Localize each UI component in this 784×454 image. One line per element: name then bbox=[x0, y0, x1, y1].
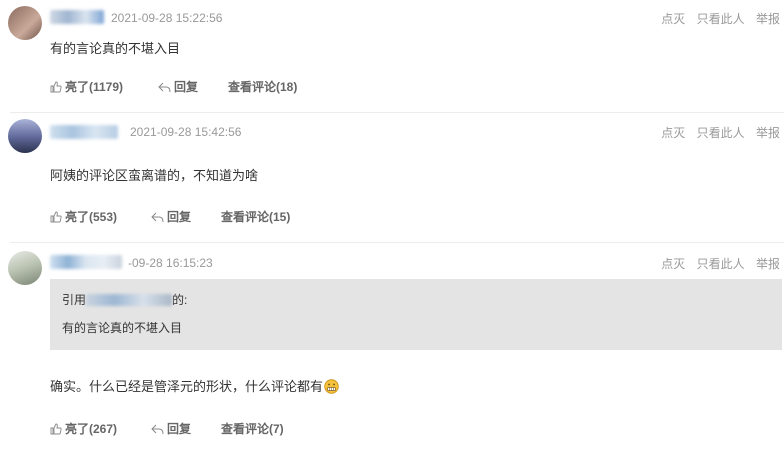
comment-actions: 点灭 只看此人 举报 bbox=[653, 255, 780, 272]
reply-arrow-icon bbox=[151, 424, 164, 435]
reply-button[interactable]: 回复 bbox=[151, 208, 191, 225]
reply-label: 回复 bbox=[174, 80, 199, 94]
username-blurred[interactable] bbox=[50, 125, 118, 139]
quote-header: 引用 的: bbox=[62, 291, 187, 308]
like-count: 亮了(1179) bbox=[65, 80, 124, 94]
only-view-button[interactable]: 只看此人 bbox=[697, 126, 745, 140]
username-blurred[interactable] bbox=[50, 10, 104, 24]
view-replies-button[interactable]: 查看评论(15) bbox=[221, 208, 290, 225]
comment-time: 2021-09-28 15:42:56 bbox=[130, 125, 242, 139]
view-replies-button[interactable]: 查看评论(7) bbox=[221, 420, 284, 437]
reply-arrow-icon bbox=[151, 212, 164, 223]
quote-text: 有的言论真的不堪入目 bbox=[62, 321, 183, 335]
avatar[interactable] bbox=[8, 251, 42, 285]
comment-actions: 点灭 只看此人 举报 bbox=[653, 10, 780, 27]
quoted-username-blurred[interactable] bbox=[86, 294, 173, 306]
report-button[interactable]: 举报 bbox=[756, 126, 780, 140]
only-view-button[interactable]: 只看此人 bbox=[697, 257, 745, 271]
quote-prefix: 引用 bbox=[62, 293, 87, 307]
like-button[interactable]: 亮了(553) bbox=[50, 208, 117, 225]
dislike-button[interactable]: 点灭 bbox=[661, 257, 685, 271]
reply-label: 回复 bbox=[167, 210, 192, 224]
username-blurred[interactable] bbox=[50, 255, 122, 269]
comment-time: 2021-09-28 15:22:56 bbox=[111, 11, 223, 25]
comment-time: -09-28 16:15:23 bbox=[128, 256, 213, 270]
like-button[interactable]: 亮了(267) bbox=[50, 420, 117, 437]
reply-label: 回复 bbox=[167, 422, 192, 436]
report-button[interactable]: 举报 bbox=[756, 257, 780, 271]
like-button[interactable]: 亮了(1179) bbox=[50, 78, 123, 95]
comment-content: 阿姨的评论区蛮离谱的，不知道为啥 bbox=[50, 168, 259, 183]
quote-suffix: 的: bbox=[172, 293, 188, 307]
comment-2: 2021-09-28 15:42:56 点灭 只看此人 举报 阿姨的评论区蛮离谱… bbox=[0, 113, 784, 241]
avatar[interactable] bbox=[8, 119, 42, 153]
comment-text: 确实。什么已经是管泽元的形状，什么评论都有 bbox=[50, 379, 324, 394]
comment-content: 有的言论真的不堪入目 bbox=[50, 41, 181, 56]
thumb-icon bbox=[50, 211, 62, 223]
like-count: 亮了(267) bbox=[65, 422, 118, 436]
thumb-icon bbox=[50, 423, 62, 435]
view-replies-button[interactable]: 查看评论(18) bbox=[228, 78, 297, 95]
grimace-emoji-icon bbox=[324, 379, 339, 394]
comment-content: 确实。什么已经是管泽元的形状，什么评论都有 bbox=[50, 376, 339, 395]
comment-3: -09-28 16:15:23 点灭 只看此人 举报 引用 的: 有的言论真的不堪… bbox=[0, 243, 784, 454]
quoted-comment: 引用 的: 有的言论真的不堪入目 bbox=[50, 279, 782, 350]
report-button[interactable]: 举报 bbox=[756, 12, 780, 26]
dislike-button[interactable]: 点灭 bbox=[661, 126, 685, 140]
dislike-button[interactable]: 点灭 bbox=[661, 12, 685, 26]
only-view-button[interactable]: 只看此人 bbox=[697, 12, 745, 26]
like-count: 亮了(553) bbox=[65, 210, 118, 224]
reply-button[interactable]: 回复 bbox=[158, 78, 198, 95]
comment-actions: 点灭 只看此人 举报 bbox=[653, 124, 780, 141]
comment-1: 2021-09-28 15:22:56 点灭 只看此人 举报 有的言论真的不堪入… bbox=[0, 0, 784, 110]
avatar[interactable] bbox=[8, 6, 42, 40]
thumb-icon bbox=[50, 81, 62, 93]
reply-button[interactable]: 回复 bbox=[151, 420, 191, 437]
reply-arrow-icon bbox=[158, 82, 171, 93]
